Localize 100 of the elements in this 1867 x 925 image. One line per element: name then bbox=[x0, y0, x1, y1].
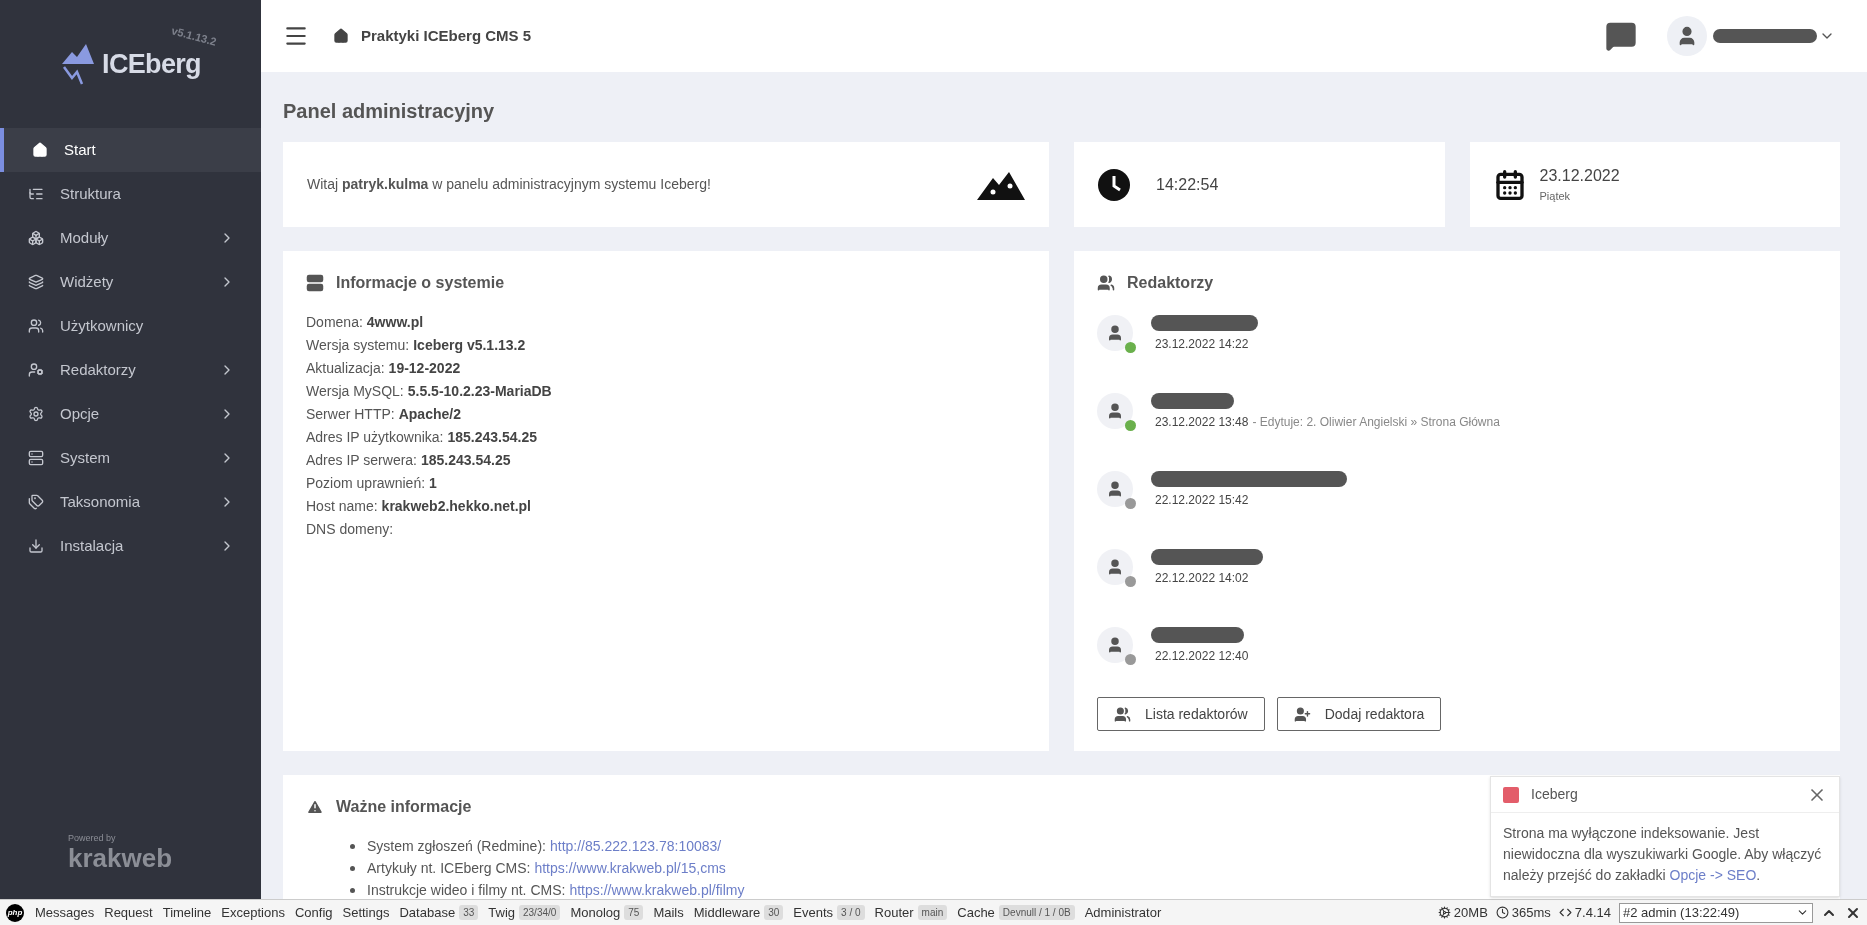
sidebar-item[interactable]: Instalacja bbox=[0, 524, 261, 568]
info-value: 4www.pl bbox=[366, 313, 424, 332]
info-label: Wersja MySQL: bbox=[306, 382, 404, 401]
card-title: Informacje o systemie bbox=[336, 273, 505, 293]
settings-icon bbox=[28, 406, 44, 422]
count-badge: 3 / 0 bbox=[837, 905, 865, 920]
info-label: Instrukcje wideo i filmy nt. CMS: bbox=[367, 881, 566, 899]
info-value: 1 bbox=[429, 474, 437, 493]
chat-icon[interactable] bbox=[1605, 20, 1637, 52]
debug-tab[interactable]: Middleware 30 bbox=[688, 902, 789, 923]
current-time: 14:22:54 bbox=[1156, 174, 1219, 195]
debug-tab[interactable]: Database 33 bbox=[394, 902, 484, 923]
sidebar-item[interactable]: Moduły bbox=[0, 216, 261, 260]
breadcrumb[interactable]: Praktyki ICEberg CMS 5 bbox=[361, 24, 532, 48]
user-gear-icon bbox=[28, 362, 44, 378]
count-badge: 33 bbox=[459, 905, 479, 920]
info-label: Wersja systemu: bbox=[306, 336, 410, 355]
user-icon bbox=[1106, 402, 1124, 420]
sidebar-item[interactable]: Taksonomia bbox=[0, 480, 261, 524]
info-label: Poziom uprawnień: bbox=[306, 474, 426, 493]
list-tree-icon bbox=[28, 186, 44, 202]
debug-tab[interactable]: Cache Devnull / 1 / 0B bbox=[952, 902, 1080, 923]
debug-tab[interactable]: Twig 23/34/0 bbox=[483, 902, 566, 923]
users-icon bbox=[1097, 274, 1115, 292]
info-link[interactable]: https://www.krakweb.pl/15,cms bbox=[534, 857, 726, 879]
debug-tab[interactable]: Monolog 75 bbox=[565, 902, 649, 923]
welcome-message: Witaj patryk.kulma w panelu administracyjnym systemu Iceberg! bbox=[307, 175, 711, 194]
version-label: v5.1.13.2 bbox=[169, 23, 219, 50]
request-select[interactable]: #2 admin (13:22:49) bbox=[1619, 902, 1813, 923]
info-value: Apache/2 bbox=[398, 405, 461, 424]
info-label: Host name: bbox=[306, 497, 378, 516]
last-login-time: 23.12.2022 14:22 bbox=[1155, 336, 1249, 353]
debug-tab[interactable]: Messages bbox=[30, 902, 100, 923]
request-duration: 365ms bbox=[1511, 903, 1551, 922]
user-icon bbox=[1106, 558, 1124, 576]
editor-button[interactable]: Dodaj redaktora bbox=[1276, 697, 1442, 731]
editor-avatar[interactable] bbox=[1097, 549, 1133, 585]
editor-button[interactable]: Lista redaktorów bbox=[1097, 697, 1265, 731]
editor-avatar[interactable] bbox=[1097, 627, 1133, 663]
php-logo[interactable]: php bbox=[6, 903, 24, 922]
editor-avatar[interactable] bbox=[1097, 471, 1133, 507]
server-icon bbox=[306, 274, 324, 292]
info-value: 185.243.54.25 bbox=[447, 428, 537, 447]
user-avatar[interactable] bbox=[1667, 16, 1707, 56]
info-value: 185.243.54.25 bbox=[421, 451, 511, 470]
info-link[interactable]: http://85.222.123.78:10083/ bbox=[549, 835, 722, 857]
sidebar-item[interactable]: System bbox=[0, 436, 261, 480]
clock-icon bbox=[1098, 168, 1130, 201]
clock-icon bbox=[1495, 906, 1509, 919]
count-badge: 23/34/0 bbox=[519, 905, 561, 920]
info-value: 5.5.5-10.2.23-MariaDB bbox=[407, 382, 552, 401]
info-value: Iceberg v5.1.13.2 bbox=[413, 336, 526, 355]
last-login-time: 23.12.2022 13:48 bbox=[1155, 414, 1249, 431]
toast-message: Strona ma wyłączone indeksowanie. Jest niewidoczna dla wyszukiwarki Google. Aby włączyć należy przejść do zakładki Opcje -> SEO. bbox=[1502, 824, 1823, 885]
info-label: Serwer HTTP: bbox=[306, 405, 395, 424]
users-icon bbox=[28, 318, 44, 334]
bullet-icon bbox=[350, 843, 355, 849]
page-title: Panel administracyjny bbox=[283, 99, 496, 124]
last-login-time: 22.12.2022 12:40 bbox=[1155, 648, 1249, 665]
info-link[interactable]: https://www.krakweb.pl/filmy bbox=[569, 879, 745, 899]
info-label: Domena: bbox=[306, 313, 363, 332]
home-icon[interactable] bbox=[333, 28, 349, 44]
editor-avatar[interactable] bbox=[1097, 315, 1133, 351]
info-label: DNS domeny: bbox=[306, 520, 394, 539]
editor-avatar[interactable] bbox=[1097, 393, 1133, 429]
debug-tab[interactable]: Config bbox=[289, 902, 338, 923]
debug-tab[interactable]: Timeline bbox=[157, 902, 217, 923]
info-value: 19-12-2022 bbox=[388, 359, 461, 378]
sidebar-item[interactable]: Start bbox=[0, 128, 261, 172]
debug-tab[interactable]: Request bbox=[99, 902, 158, 923]
home-icon bbox=[32, 142, 48, 158]
user-icon bbox=[1106, 324, 1124, 342]
bullet-icon bbox=[350, 865, 355, 871]
debug-tab[interactable]: Events 3 / 0 bbox=[788, 902, 870, 923]
info-label: System zgłoszeń (Redmine): bbox=[367, 837, 546, 856]
sidebar-item[interactable]: Użytkownicy bbox=[0, 304, 261, 348]
count-badge: main bbox=[917, 905, 948, 920]
php-version: 7.4.14 bbox=[1574, 903, 1611, 922]
info-value: krakweb2.hekko.net.pl bbox=[381, 497, 531, 516]
sidebar-item[interactable]: Redaktorzy bbox=[0, 348, 261, 392]
sidebar-item[interactable]: Opcje bbox=[0, 392, 261, 436]
debug-tab[interactable]: Mails bbox=[648, 902, 689, 923]
krakweb-logo-text: krakweb bbox=[68, 845, 174, 871]
code-icon bbox=[1558, 906, 1572, 919]
info-label: Artykuły nt. ICEberg CMS: bbox=[367, 859, 531, 878]
card-title: Redaktorzy bbox=[1127, 273, 1214, 293]
layers-icon bbox=[28, 274, 44, 290]
logo-text: ICEberg bbox=[102, 47, 201, 81]
last-login-time: 22.12.2022 15:42 bbox=[1155, 492, 1249, 509]
debug-tab[interactable]: Settings bbox=[337, 902, 395, 923]
sidebar-item[interactable]: Widżety bbox=[0, 260, 261, 304]
users-icon bbox=[1114, 705, 1131, 723]
info-label: Adres IP serwera: bbox=[306, 451, 417, 470]
sidebar-item[interactable]: Struktura bbox=[0, 172, 261, 216]
debug-tab[interactable]: Router main bbox=[869, 902, 953, 923]
debug-tab[interactable]: Exceptions bbox=[216, 902, 290, 923]
powered-by-label: Powered by bbox=[68, 831, 117, 845]
count-badge: Devnull / 1 / 0B bbox=[998, 905, 1075, 920]
card-title: Ważne informacje bbox=[336, 797, 472, 817]
debug-tab[interactable]: Administrator bbox=[1079, 902, 1167, 923]
